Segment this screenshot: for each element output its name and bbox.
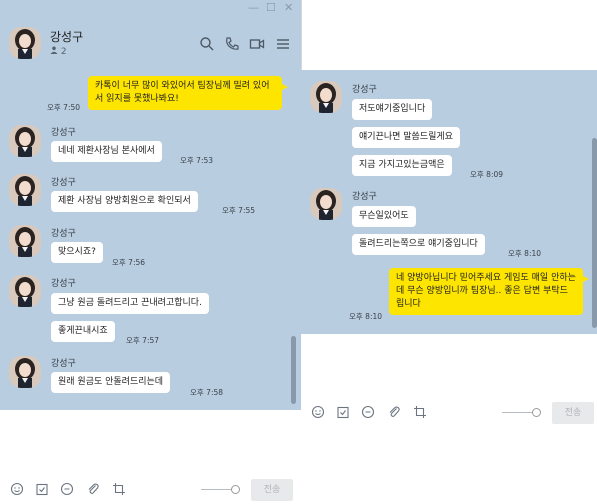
opacity-slider[interactable]	[201, 489, 233, 490]
message-time: 오후 7:56	[112, 258, 146, 267]
crop-icon[interactable]	[112, 482, 126, 496]
scrollbar[interactable]	[592, 138, 597, 328]
crop-icon[interactable]	[413, 405, 427, 419]
scrollbar[interactable]	[291, 336, 296, 404]
message-time: 오후 7:50	[47, 103, 81, 112]
emoticon-icon[interactable]	[10, 482, 24, 496]
send-button[interactable]: 전송	[251, 479, 293, 501]
sender-avatar[interactable]	[9, 174, 41, 206]
sender-name: 강성구	[51, 178, 76, 188]
chat-window-left: — ☐ ✕ 강성구 2 카톡이 너무 많이 와있어서 팀장님께 밀려 있어서 읽…	[0, 0, 302, 504]
menu-icon[interactable]	[275, 36, 291, 52]
sender-avatar[interactable]	[310, 81, 342, 113]
message-bubble[interactable]: 얘기끈나면 말씀드릴게요	[352, 127, 460, 148]
message-time: 오후 8:09	[470, 170, 504, 179]
sender-avatar[interactable]	[9, 125, 41, 157]
my-message-bubble[interactable]: 카톡이 너무 많이 와있어서 팀장님께 밀려 있어서 읽지를 못했나봐요!	[88, 76, 282, 110]
sender-avatar[interactable]	[9, 275, 41, 307]
attach-icon[interactable]	[86, 482, 100, 496]
minimize-button[interactable]: —	[248, 1, 259, 15]
message-bubble[interactable]: 그냥 원금 돌려드리고 끈내려고합니다.	[51, 293, 209, 314]
message-bubble[interactable]: 좋게끈내시죠	[51, 321, 115, 342]
title-bar: — ☐ ✕	[0, 0, 301, 16]
sender-avatar[interactable]	[9, 225, 41, 257]
chat-header: 강성구 2	[0, 16, 301, 70]
slider-knob[interactable]	[532, 408, 541, 417]
sender-avatar[interactable]	[310, 188, 342, 220]
sender-name: 강성구	[51, 128, 76, 138]
message-time: 오후 7:53	[180, 156, 214, 165]
search-icon[interactable]	[199, 36, 215, 52]
calendar-icon[interactable]	[35, 482, 49, 496]
slider-knob[interactable]	[231, 485, 240, 494]
chat-window-right: 강성구 저도얘기중입니다 얘기끈나면 말씀드릴게요 지금 가지고있는금액은 오후…	[301, 70, 597, 504]
sender-name: 강성구	[51, 229, 76, 239]
bubble-tail	[282, 84, 288, 90]
message-bubble[interactable]: 제환 사장님 양방회원으로 확인되서	[51, 191, 198, 212]
message-bubble[interactable]: 돌려드리는쪽으로 얘기중입니다	[352, 234, 485, 255]
sender-avatar[interactable]	[9, 356, 41, 388]
message-bubble[interactable]: 지금 가지고있는금액은	[352, 155, 452, 176]
message-bubble[interactable]: 원래 원금도 안돌려드리는데	[51, 372, 171, 393]
close-button[interactable]: ✕	[284, 1, 293, 15]
my-message-bubble[interactable]: 네 양방아닙니다 믿어주세요 게임도 매일 안하는데 무슨 양방입니까 팀장님.…	[389, 268, 583, 315]
chat-title: 강성구	[50, 30, 84, 44]
call-icon[interactable]	[224, 36, 240, 52]
sender-name: 강성구	[51, 279, 76, 289]
profile-avatar[interactable]	[9, 27, 41, 59]
calendar-icon[interactable]	[336, 405, 350, 419]
message-time: 오후 7:55	[222, 206, 256, 215]
maximize-button[interactable]: ☐	[266, 1, 276, 15]
message-area[interactable]: 카톡이 너무 많이 와있어서 팀장님께 밀려 있어서 읽지를 못했나봐요! 오후…	[0, 70, 301, 410]
message-bubble[interactable]: 저도얘기중입니다	[352, 99, 433, 120]
message-bubble[interactable]: 무슨일있어도	[352, 206, 416, 227]
person-icon	[50, 46, 58, 54]
emoticon-icon[interactable]	[311, 405, 325, 419]
message-time: 오후 8:10	[508, 249, 542, 258]
member-count-value: 2	[60, 47, 67, 57]
chat-bubble-icon[interactable]	[60, 482, 74, 496]
message-area[interactable]: 강성구 저도얘기중입니다 얘기끈나면 말씀드릴게요 지금 가지고있는금액은 오후…	[301, 70, 597, 334]
message-bubble[interactable]: 네네 제환사장님 본사에서	[51, 141, 162, 162]
message-time: 오후 7:58	[190, 388, 224, 397]
sender-name: 강성구	[352, 192, 377, 202]
message-time: 오후 7:57	[126, 336, 160, 345]
sender-name: 강성구	[352, 85, 377, 95]
chat-bubble-icon[interactable]	[361, 405, 375, 419]
bubble-tail	[583, 276, 589, 282]
message-time: 오후 8:10	[349, 312, 383, 321]
attach-icon[interactable]	[387, 405, 401, 419]
send-button[interactable]: 전송	[552, 402, 594, 424]
member-count: 2	[50, 46, 67, 57]
sender-name: 강성구	[51, 359, 76, 369]
message-bubble[interactable]: 맞으시죠?	[51, 242, 103, 263]
video-call-icon[interactable]	[249, 36, 265, 52]
opacity-slider[interactable]	[502, 412, 534, 413]
